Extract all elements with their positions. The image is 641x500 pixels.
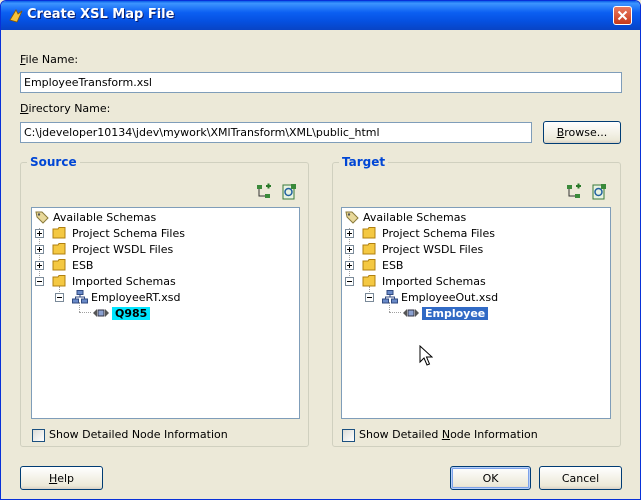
schema-file-icon [382, 290, 398, 304]
target-group: Target Available Schemas Project Schema … [332, 155, 621, 447]
folder-icon [362, 242, 378, 256]
target-schema-tree[interactable]: Available Schemas Project Schema Files P… [341, 207, 611, 419]
folder-icon [52, 274, 68, 288]
expander-minus[interactable] [365, 293, 374, 302]
element-icon [92, 307, 110, 319]
expander-minus[interactable] [345, 277, 354, 286]
folder-icon [362, 226, 378, 240]
tree-item-schema-file[interactable]: EmployeeOut.xsd [382, 289, 498, 305]
expander-minus[interactable] [55, 293, 64, 302]
expander-plus[interactable] [35, 261, 44, 270]
folder-icon [52, 258, 68, 272]
new-schema-icon[interactable] [590, 183, 608, 201]
import-schema-icon[interactable] [565, 183, 583, 201]
target-detail-label: Show Detailed Node Information [359, 428, 538, 441]
tree-line [389, 312, 401, 313]
schemas-root-icon [344, 209, 360, 225]
tree-item-imported-schemas[interactable]: Imported Schemas [52, 273, 176, 289]
folder-icon [52, 226, 68, 240]
import-schema-icon[interactable] [255, 183, 273, 201]
new-schema-icon[interactable] [280, 183, 298, 201]
tree-item-esb[interactable]: ESB [362, 257, 403, 273]
title-bar[interactable]: Create XSL Map File [1, 1, 640, 30]
cancel-button[interactable]: Cancel [539, 466, 622, 490]
file-name-label: File Name: [20, 53, 79, 66]
window-title: Create XSL Map File [27, 7, 175, 22]
browse-button[interactable]: Browse... [543, 121, 621, 144]
tree-item-project-schema-files[interactable]: Project Schema Files [52, 225, 185, 241]
expander-plus[interactable] [35, 229, 44, 238]
folder-icon [362, 274, 378, 288]
help-button[interactable]: Help [20, 466, 103, 490]
directory-name-label: Directory Name: [20, 102, 111, 115]
tree-item-element[interactable]: Q985 [92, 305, 151, 321]
tree-item-project-wsdl-files[interactable]: Project WSDL Files [52, 241, 173, 257]
schemas-root-icon [34, 209, 50, 225]
tree-item-project-wsdl-files[interactable]: Project WSDL Files [362, 241, 483, 257]
expander-minus[interactable] [35, 277, 44, 286]
tree-item-element[interactable]: Employee [402, 305, 489, 321]
close-button[interactable] [613, 6, 632, 25]
expander-plus[interactable] [35, 245, 44, 254]
tree-item-schema-file[interactable]: EmployeeRT.xsd [72, 289, 180, 305]
expander-plus[interactable] [345, 245, 354, 254]
tree-item-esb[interactable]: ESB [52, 257, 93, 273]
source-title: Source [27, 155, 80, 169]
schema-file-icon [72, 290, 88, 304]
file-name-field[interactable]: EmployeeTransform.xsl [20, 72, 622, 93]
expander-plus[interactable] [345, 261, 354, 270]
mouse-cursor [419, 344, 434, 367]
directory-name-field[interactable]: C:\jdeveloper10134\jdev\mywork\XMlTransf… [20, 122, 532, 143]
expander-plus[interactable] [345, 229, 354, 238]
source-detail-label: Show Detailed Node Information [49, 428, 228, 441]
tree-line [79, 312, 91, 313]
target-title: Target [339, 155, 389, 169]
element-icon [402, 307, 420, 319]
source-detail-checkbox[interactable] [32, 429, 45, 442]
folder-icon [52, 242, 68, 256]
source-schema-tree[interactable]: Available Schemas Project Schema Files P… [31, 207, 300, 419]
create-xsl-map-dialog: Create XSL Map File File Name: EmployeeT… [0, 0, 641, 500]
tree-item-available-schemas[interactable]: Available Schemas [344, 209, 466, 225]
source-group: Source Available Schemas Project Schema [20, 155, 309, 447]
target-detail-checkbox[interactable] [342, 429, 355, 442]
ok-button[interactable]: OK [450, 466, 531, 490]
jdeveloper-icon [8, 8, 24, 24]
tree-item-imported-schemas[interactable]: Imported Schemas [362, 273, 486, 289]
tree-item-project-schema-files[interactable]: Project Schema Files [362, 225, 495, 241]
folder-icon [362, 258, 378, 272]
tree-item-available-schemas[interactable]: Available Schemas [34, 209, 156, 225]
